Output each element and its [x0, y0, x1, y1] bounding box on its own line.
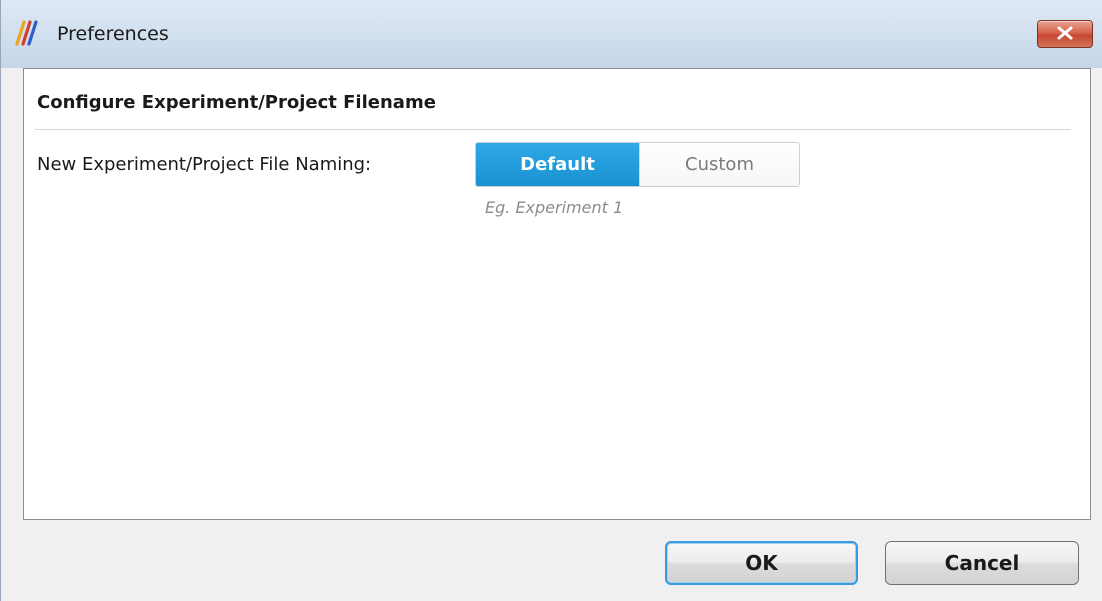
section-divider: [35, 129, 1071, 130]
file-naming-label: New Experiment/Project File Naming:: [37, 154, 372, 175]
default-option-button[interactable]: Default: [476, 143, 639, 186]
preferences-window: Preferences Configure Experiment/Project…: [0, 0, 1102, 601]
section-title: Configure Experiment/Project Filename: [37, 92, 436, 113]
window-title: Preferences: [57, 23, 169, 45]
title-bar[interactable]: Preferences: [1, 0, 1102, 68]
close-button[interactable]: [1037, 20, 1093, 48]
file-naming-toggle: Default Custom: [475, 142, 800, 187]
close-icon: [1056, 25, 1074, 44]
app-logo-icon: [13, 20, 39, 46]
naming-example-text: Eg. Experiment 1: [485, 198, 624, 217]
cancel-button[interactable]: Cancel: [885, 541, 1079, 585]
custom-option-button[interactable]: Custom: [639, 143, 799, 186]
ok-button[interactable]: OK: [665, 541, 858, 585]
preferences-panel: Configure Experiment/Project Filename Ne…: [23, 68, 1091, 520]
